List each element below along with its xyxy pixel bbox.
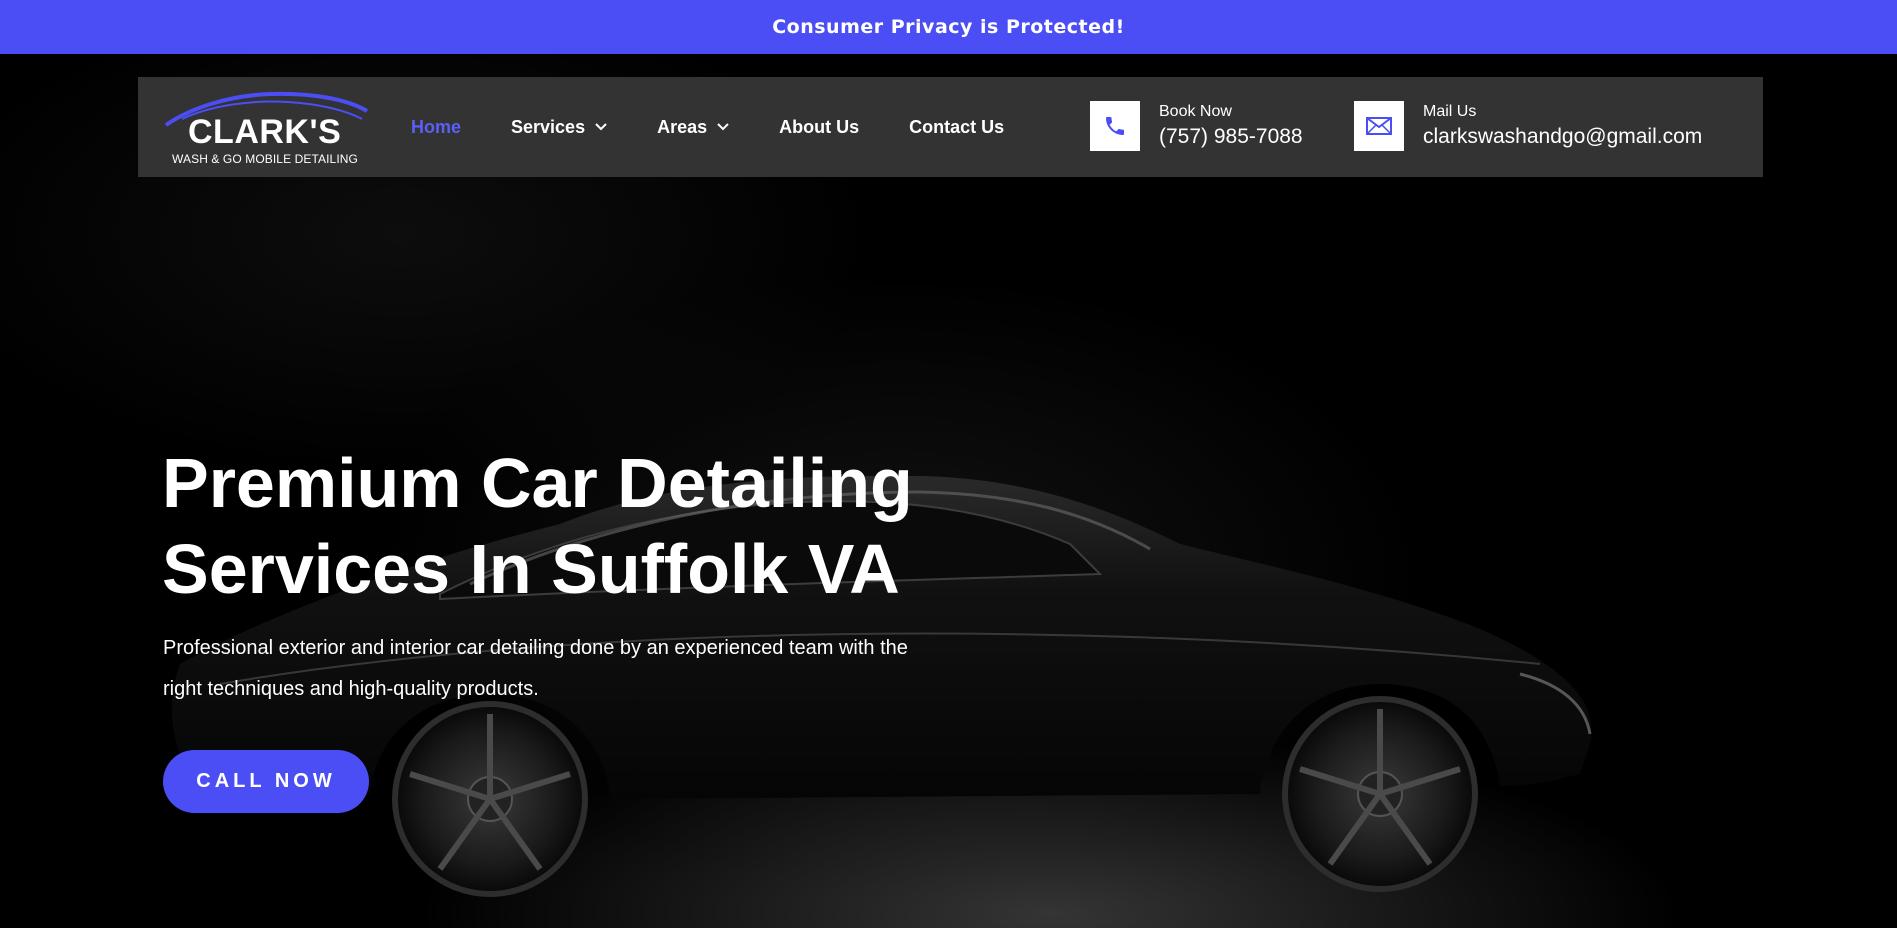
nav-services[interactable]: Services <box>511 117 607 138</box>
chevron-down-icon <box>595 123 607 131</box>
clarks-logo[interactable]: CLARK'S WASH & GO MOBILE DETAILING <box>162 89 374 166</box>
phone-number[interactable]: (757) 985-7088 <box>1159 125 1303 149</box>
book-now-label: Book Now <box>1159 103 1232 120</box>
call-now-button[interactable]: CALL NOW <box>163 750 369 813</box>
nav-areas-label: Areas <box>657 116 708 137</box>
hero-headline: Premium Car Detailing Services In Suffol… <box>162 440 1062 612</box>
chevron-down-icon <box>717 123 729 131</box>
nav-home[interactable]: Home <box>411 117 461 138</box>
main-nav: Home Services Areas About Us Contact Us <box>411 77 1054 177</box>
hero-description-line1: Professional exterior and interior car d… <box>163 637 908 659</box>
nav-home-label: Home <box>411 116 462 137</box>
logo-tagline: WASH & GO MOBILE DETAILING <box>172 152 358 166</box>
book-now-contact[interactable]: Book Now (757) 985-7088 <box>1090 101 1303 151</box>
privacy-banner: Consumer Privacy is Protected! <box>0 0 1897 54</box>
nav-about-us-label: About Us <box>779 116 860 137</box>
privacy-banner-text: Consumer Privacy is Protected! <box>772 16 1125 38</box>
nav-services-label: Services <box>511 116 586 137</box>
logo-brand-text: CLARK'S <box>188 113 342 151</box>
hero-headline-line1: Premium Car Detailing <box>162 444 913 522</box>
hero-description-line2: right techniques and high-quality produc… <box>163 678 539 700</box>
nav-about-us[interactable]: About Us <box>779 117 859 138</box>
site-header: CLARK'S WASH & GO MOBILE DETAILING Home … <box>138 77 1763 177</box>
mail-icon <box>1366 117 1392 135</box>
hero-description: Professional exterior and interior car d… <box>163 628 1023 710</box>
hero-headline-line2: Services In Suffolk VA <box>162 530 900 608</box>
phone-icon <box>1106 117 1124 135</box>
phone-icon-box <box>1090 101 1140 151</box>
nav-contact-us-label: Contact Us <box>909 116 1005 137</box>
mail-icon-box <box>1354 101 1404 151</box>
nav-contact-us[interactable]: Contact Us <box>909 117 1004 138</box>
mail-us-label: Mail Us <box>1423 103 1477 120</box>
mail-us-contact[interactable]: Mail Us clarkswashandgo@gmail.com <box>1354 101 1702 151</box>
nav-areas[interactable]: Areas <box>657 117 729 138</box>
email-address[interactable]: clarkswashandgo@gmail.com <box>1423 125 1702 149</box>
